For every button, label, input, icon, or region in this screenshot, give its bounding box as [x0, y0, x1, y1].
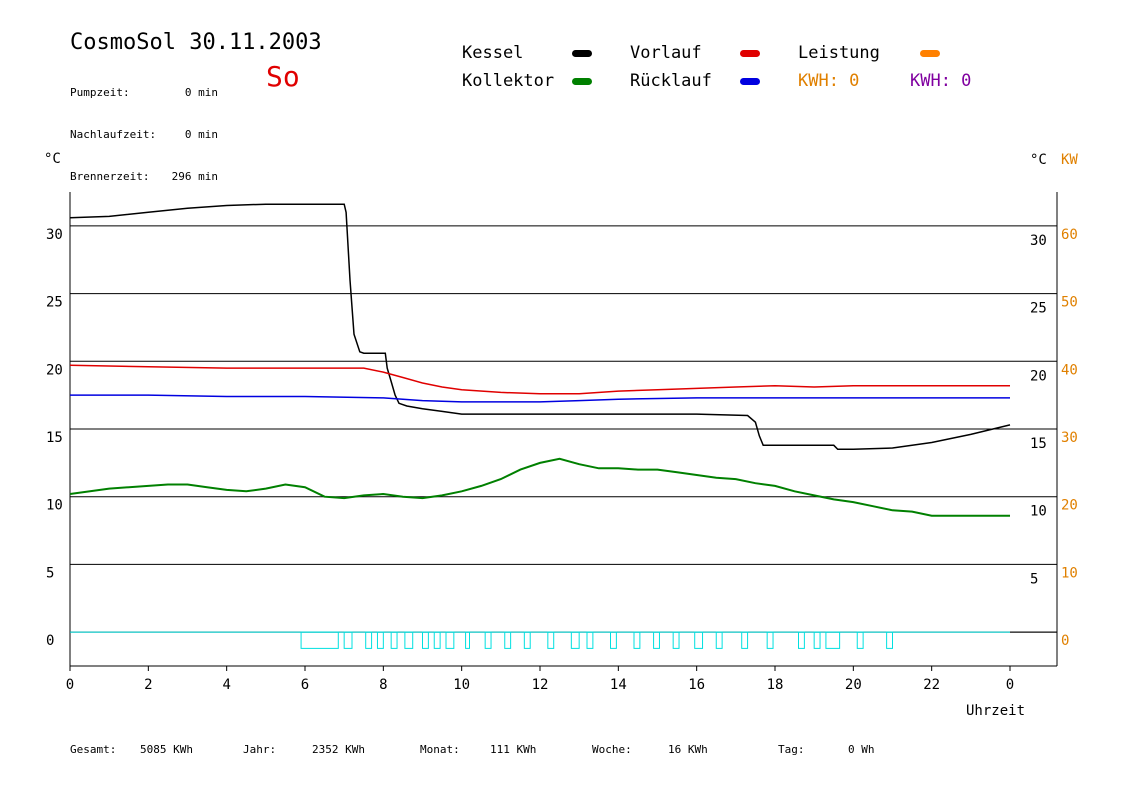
y-tick-label-left: 10: [46, 498, 63, 514]
y-tick-label-right: 25: [1030, 301, 1047, 317]
y-tick-label-left: 15: [46, 430, 63, 446]
y2-tick-label: 50: [1061, 295, 1078, 311]
y2-tick-label: 40: [1061, 362, 1078, 378]
y-tick-label-right: 5: [1030, 571, 1038, 587]
x-tick-label: 16: [688, 677, 705, 693]
series-line-kessel: [69, 203, 1011, 451]
total-value-tag: 0 Wh: [848, 743, 875, 756]
x-tick-label: 22: [923, 677, 940, 693]
total-label-monat: Monat:: [420, 743, 460, 756]
pump-pulse: [856, 631, 864, 649]
y-tick-label-left: 30: [46, 227, 63, 243]
x-tick-label: 2: [144, 677, 152, 693]
y-tick-label-left: 20: [46, 362, 63, 378]
y2-tick-label: 0: [1061, 633, 1069, 649]
pump-pulse: [422, 631, 429, 649]
x-tick-label: 6: [301, 677, 309, 693]
y2-axis-label: KW: [1061, 152, 1078, 168]
pump-pulse: [610, 631, 617, 649]
x-axis-label: Uhrzeit: [966, 703, 1025, 719]
pump-pulse: [653, 631, 660, 649]
pump-pulse: [715, 631, 723, 649]
pump-pulse: [523, 631, 531, 649]
total-label-woche: Woche:: [592, 743, 632, 756]
series-line-kollektor: [69, 457, 1010, 517]
pump-pulse: [547, 631, 555, 649]
pump-pulse: [300, 631, 339, 649]
pump-pulse: [404, 631, 414, 649]
total-value-monat: 111 KWh: [490, 743, 537, 756]
pump-pulse: [886, 631, 893, 649]
pump-pulse: [343, 631, 353, 649]
pump-pulse: [766, 631, 774, 649]
y2-tick-label: 60: [1061, 227, 1078, 243]
y-tick-label-left: 25: [46, 295, 63, 311]
y-axis-label-left: °C: [44, 151, 61, 167]
x-tick-label: 4: [222, 677, 230, 693]
x-tick-label: 18: [767, 677, 784, 693]
pump-pulse: [672, 631, 680, 649]
x-tick-label: 20: [845, 677, 862, 693]
pump-pulse: [445, 631, 455, 649]
y-tick-label-right: 20: [1030, 368, 1047, 384]
pump-pulse: [484, 631, 492, 649]
pump-pulse: [586, 631, 594, 649]
x-tick-label: 0: [66, 677, 74, 693]
y-tick-label-right: 30: [1030, 233, 1047, 249]
pump-pulse: [376, 631, 384, 649]
y-tick-label-right: 15: [1030, 436, 1047, 452]
pump-pulse: [798, 631, 805, 649]
pump-pulse: [813, 631, 821, 649]
total-value-woche: 16 KWh: [668, 743, 708, 756]
pump-pulse: [694, 631, 704, 649]
x-tick-label: 10: [453, 677, 470, 693]
total-label-jahr: Jahr:: [243, 743, 277, 756]
series-line-vorlauf: [69, 364, 1010, 395]
total-label-gesamt: Gesamt:: [70, 743, 117, 756]
total-value-gesamt: 5085 KWh: [140, 743, 193, 756]
pump-pulse: [365, 631, 373, 649]
y2-tick-label: 10: [1061, 565, 1078, 581]
pump-pulse: [741, 631, 749, 649]
y2-tick-label: 20: [1061, 498, 1078, 514]
x-tick-label: 0: [1006, 677, 1014, 693]
pump-pulse: [633, 631, 641, 649]
y2-tick-label: 30: [1061, 430, 1078, 446]
pump-pulse: [570, 631, 580, 649]
y-tick-label-left: 5: [46, 565, 54, 581]
total-value-jahr: 2352 KWh: [312, 743, 365, 756]
pump-pulse: [504, 631, 512, 649]
x-tick-label: 12: [532, 677, 549, 693]
pump-pulse: [825, 631, 841, 649]
pump-pulse: [390, 631, 398, 649]
x-tick-label: 8: [379, 677, 387, 693]
y-tick-label-right: 10: [1030, 504, 1047, 520]
y-axis-label-right: °C: [1030, 152, 1047, 168]
pump-pulse: [465, 631, 471, 649]
x-tick-label: 14: [610, 677, 627, 693]
total-label-tag: Tag:: [778, 743, 805, 756]
series-line-ruecklauf: [70, 394, 1010, 403]
y-tick-label-left: 0: [46, 633, 54, 649]
pump-pulse: [433, 631, 441, 649]
temperature-chart: 05 510 1015 1520 2025 2530 3001020304050600 2 4 6…: [44, 151, 1078, 719]
